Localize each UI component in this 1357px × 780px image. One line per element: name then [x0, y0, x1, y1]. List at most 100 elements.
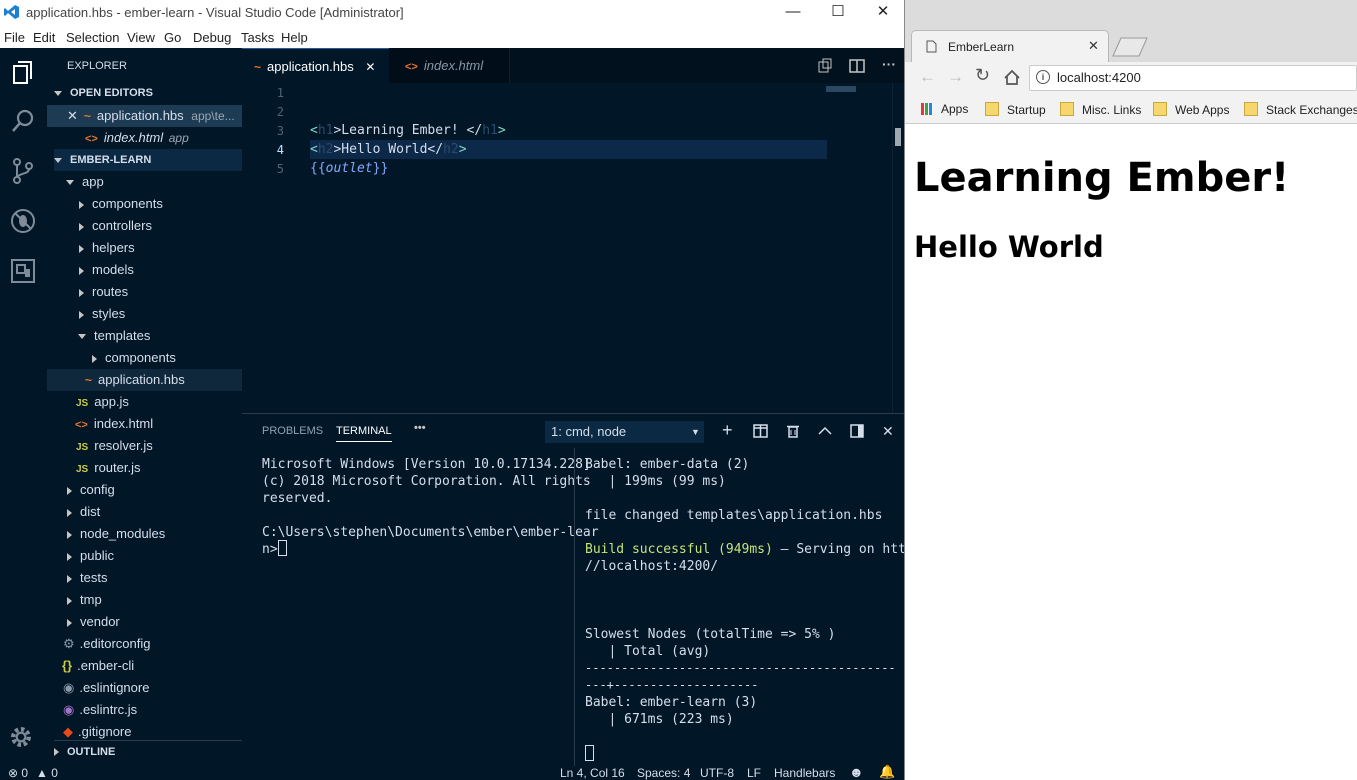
file-eslintrc-js[interactable]: ◉ .eslintrc.js — [47, 699, 242, 721]
open-editor-item[interactable]: ✕ ~ application.hbs app\te... — [47, 105, 242, 127]
menu-file[interactable]: File — [4, 30, 25, 45]
outline-header[interactable]: OUTLINE — [54, 740, 242, 763]
folder-app[interactable]: app — [82, 174, 104, 189]
tab-application-hbs[interactable]: ~ application.hbs ✕ — [242, 48, 389, 84]
terminal-output-left[interactable]: Microsoft Windows [Version 10.0.17134.22… — [262, 456, 599, 558]
file-eslintignore[interactable]: ◉ .eslintignore — [47, 677, 242, 699]
file-ember-cli[interactable]: {} .ember-cli — [47, 655, 242, 677]
file-resolver-js[interactable]: JS resolver.js — [47, 435, 242, 457]
file-app-js[interactable]: JS app.js — [47, 391, 242, 413]
close-window-button[interactable]: ✕ — [860, 0, 904, 26]
folder-public[interactable]: public — [80, 548, 114, 563]
close-tab-icon[interactable]: ✕ — [1088, 38, 1099, 54]
file-router-js[interactable]: JS router.js — [47, 457, 242, 479]
more-actions-icon[interactable]: ··· — [882, 56, 896, 72]
open-changes-icon[interactable] — [817, 58, 833, 74]
bookmark-apps[interactable]: Apps — [921, 102, 968, 116]
minimize-button[interactable]: — — [770, 0, 816, 26]
close-panel-icon[interactable]: ✕ — [882, 423, 894, 440]
cursor-position[interactable]: Ln 4, Col 16 — [560, 766, 625, 780]
menu-debug[interactable]: Debug — [193, 30, 231, 45]
chevron-right-icon — [67, 530, 72, 539]
menu-bar: File Edit Selection View Go Debug Tasks … — [0, 26, 904, 48]
back-arrow-icon[interactable]: ← — [919, 67, 936, 87]
toggle-panel-icon[interactable] — [850, 424, 864, 438]
page-icon — [926, 40, 937, 53]
eslint-icon: ◉ — [63, 680, 75, 695]
folder-routes[interactable]: routes — [92, 284, 128, 299]
browser-tab[interactable]: EmberLearn ✕ — [911, 30, 1109, 63]
folder-vendor[interactable]: vendor — [80, 614, 120, 629]
more-tabs-icon[interactable]: ••• — [414, 422, 426, 434]
errors-status[interactable]: ⊗ 0 — [8, 766, 28, 780]
menu-tasks[interactable]: Tasks — [241, 30, 274, 45]
line-ending[interactable]: LF — [747, 766, 761, 780]
open-editors-header[interactable]: OPEN EDITORS — [54, 82, 242, 104]
language-mode[interactable]: Handlebars — [774, 766, 835, 780]
scrollbar-thumb[interactable] — [895, 128, 901, 146]
tab-terminal[interactable]: TERMINAL — [336, 425, 392, 442]
chevron-up-icon[interactable] — [818, 426, 832, 436]
bookmark-web-apps[interactable]: Web Apps — [1153, 102, 1229, 117]
line-number: 4 — [276, 143, 284, 157]
files-icon[interactable] — [8, 58, 38, 88]
new-terminal-icon[interactable]: + — [722, 420, 733, 441]
code-editor[interactable]: 1 2 3 4 5 <h1>Learning Ember! </h1> <h2>… — [242, 83, 904, 413]
encoding[interactable]: UTF-8 — [700, 766, 734, 780]
file-index-html[interactable]: <> index.html — [47, 413, 242, 435]
trash-icon[interactable] — [787, 424, 799, 438]
folder-node-modules[interactable]: node_modules — [80, 526, 165, 541]
folder-styles[interactable]: styles — [92, 306, 125, 321]
new-tab-button[interactable] — [1111, 36, 1151, 58]
split-terminal-icon[interactable] — [753, 424, 768, 438]
menu-go[interactable]: Go — [164, 30, 181, 45]
close-icon[interactable]: ✕ — [67, 108, 78, 123]
tab-index-html[interactable]: <> index.html — [389, 48, 510, 83]
minimap[interactable] — [826, 86, 856, 92]
bookmark-startup[interactable]: Startup — [985, 102, 1046, 117]
terminal-select[interactable]: 1: cmd, node ▼ — [545, 421, 704, 443]
maximize-button[interactable]: ☐ — [815, 0, 861, 26]
folder-templates-components[interactable]: components — [105, 350, 176, 365]
folder-helpers[interactable]: helpers — [92, 240, 135, 255]
folder-templates[interactable]: templates — [94, 328, 150, 343]
reload-icon[interactable]: ↻ — [975, 65, 990, 86]
menu-edit[interactable]: Edit — [33, 30, 55, 45]
html-file-icon: <> — [75, 419, 88, 431]
folder-models[interactable]: models — [92, 262, 134, 277]
info-icon[interactable]: i — [1036, 70, 1050, 84]
indentation[interactable]: Spaces: 4 — [637, 766, 690, 780]
search-icon[interactable] — [8, 106, 38, 136]
forward-arrow-icon[interactable]: → — [947, 67, 964, 87]
folder-dist[interactable]: dist — [80, 504, 100, 519]
menu-selection[interactable]: Selection — [66, 30, 119, 45]
page-heading-h1: Learning Ember! — [914, 155, 1290, 201]
folder-tests[interactable]: tests — [80, 570, 107, 585]
feedback-smiley-icon[interactable]: ☻ — [849, 764, 864, 780]
split-editor-icon[interactable] — [849, 58, 865, 74]
folder-config[interactable]: config — [80, 482, 115, 497]
close-icon[interactable]: ✕ — [365, 60, 375, 74]
bookmark-misc-links[interactable]: Misc. Links — [1060, 102, 1141, 117]
tab-problems[interactable]: PROBLEMS — [262, 425, 323, 437]
folder-controllers[interactable]: controllers — [92, 218, 152, 233]
terminal-line: file changed templates\application.hbs — [585, 508, 883, 523]
file-application-hbs[interactable]: ~ application.hbs — [47, 369, 242, 391]
address-bar[interactable]: i localhost:4200 — [1029, 65, 1357, 91]
bookmark-stack-exchanges[interactable]: Stack Exchanges — [1244, 102, 1357, 117]
file-editorconfig[interactable]: ⚙ .editorconfig — [47, 633, 242, 655]
menu-help[interactable]: Help — [281, 30, 308, 45]
gear-icon[interactable] — [8, 724, 34, 750]
folder-tmp[interactable]: tmp — [80, 592, 102, 607]
open-editor-item[interactable]: <> index.html app — [47, 127, 242, 149]
project-header[interactable]: EMBER-LEARN — [54, 149, 242, 171]
folder-components[interactable]: components — [92, 196, 163, 211]
bell-icon[interactable]: 🔔 — [879, 764, 895, 780]
home-icon[interactable] — [1003, 69, 1021, 86]
chevron-down-icon — [54, 90, 62, 96]
extensions-icon[interactable] — [8, 256, 38, 286]
menu-view[interactable]: View — [127, 30, 155, 45]
source-control-icon[interactable] — [8, 156, 38, 186]
warnings-status[interactable]: ▲ 0 — [36, 766, 58, 780]
debug-icon[interactable] — [8, 206, 38, 236]
